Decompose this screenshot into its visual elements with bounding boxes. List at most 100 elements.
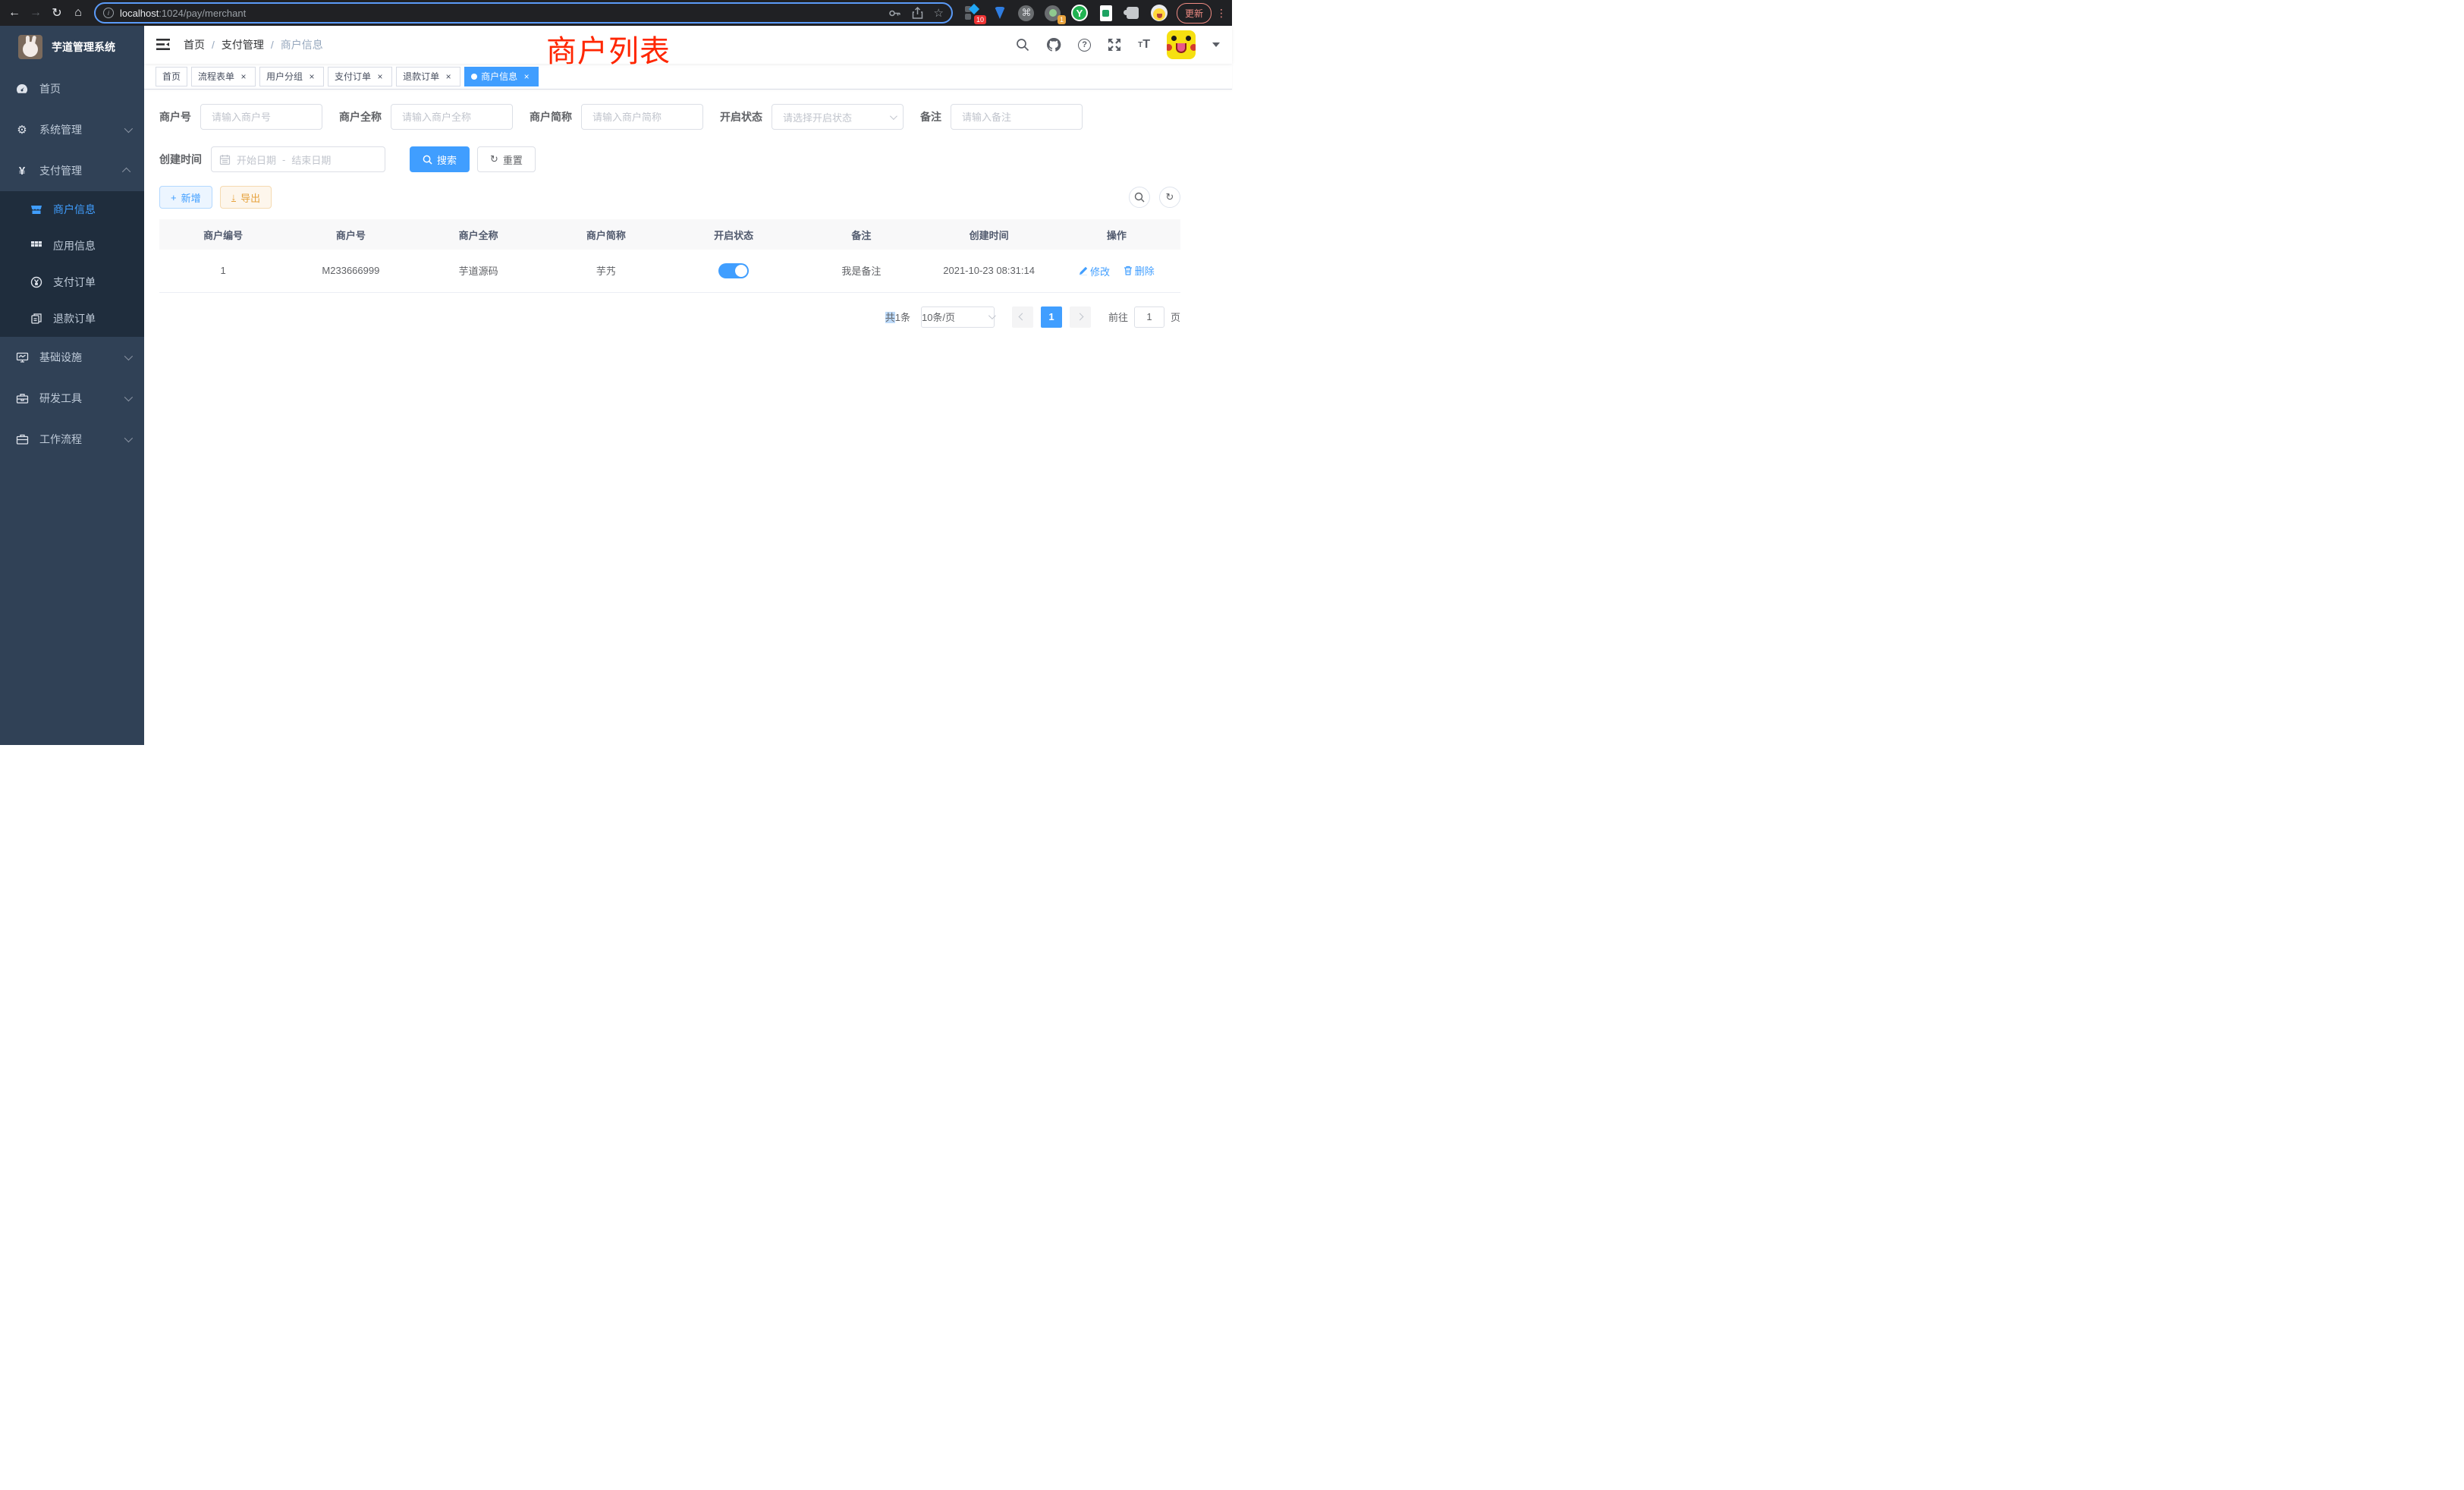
sidebar: 芋道管理系统 首页 ⚙ 系统管理 ¥ 支付管理 [0,26,144,745]
create-time-range-input[interactable]: 开始日期 - 结束日期 [211,146,385,172]
next-page-button[interactable] [1070,306,1091,328]
edit-icon [1079,266,1088,275]
document-icon [30,313,43,325]
share-icon[interactable] [912,7,923,20]
breadcrumb-pay[interactable]: 支付管理 [222,37,264,52]
refresh-button[interactable]: ↻ [1159,187,1180,208]
forward-icon[interactable]: → [26,3,46,23]
site-info-icon[interactable]: i [103,8,114,18]
sidebar-item-merchant-info[interactable]: 商户信息 [0,191,144,228]
sidebar-item-dev-tools[interactable]: 研发工具 [0,378,144,419]
reload-icon[interactable]: ↻ [47,3,67,23]
column-header: 操作 [1053,219,1180,250]
tab-label: 退款订单 [403,70,439,83]
sidebar-item-system[interactable]: ⚙ 系统管理 [0,109,144,150]
profile-avatar[interactable] [1151,5,1168,21]
page-size-select[interactable]: 10条/页 [921,306,995,328]
chevron-down-icon [124,434,133,442]
delete-button[interactable]: 删除 [1124,263,1155,278]
table-header-row: 商户编号 商户号 商户全称 商户简称 开启状态 备注 创建时间 操作 [159,219,1180,250]
tab-home[interactable]: 首页 [156,67,187,86]
goto-page-input[interactable] [1134,306,1164,328]
tab-refund-order[interactable]: 退款订单 × [396,67,460,86]
tab-merchant-info[interactable]: 商户信息 × [464,67,539,86]
user-avatar[interactable] [1167,30,1196,59]
tab-pay-order[interactable]: 支付订单 × [328,67,392,86]
search-button[interactable]: 搜索 [410,146,470,172]
cell-full-name: 芋道源码 [415,250,542,292]
export-button[interactable]: ↓ 导出 [220,186,272,209]
prev-page-button[interactable] [1012,306,1033,328]
yen-icon: ¥ [15,165,29,178]
extension-kite-icon[interactable] [992,5,1008,21]
top-navbar: 首页 / 支付管理 / 商户信息 ? [144,26,1232,64]
sidebar-item-pay[interactable]: ¥ 支付管理 [0,150,144,191]
sidebar-item-label: 应用信息 [53,238,96,253]
extension-blue-diamond-icon[interactable]: 10 [965,5,982,21]
key-icon[interactable] [888,7,901,20]
sidebar-item-label: 商户信息 [53,202,96,217]
back-icon[interactable]: ← [5,3,24,23]
sidebar-item-pay-order[interactable]: 支付订单 [0,264,144,300]
sidebar-item-refund-order[interactable]: 退款订单 [0,300,144,337]
app-logo[interactable]: 芋道管理系统 [0,26,144,68]
header-search-icon[interactable] [1016,38,1029,52]
trash-icon [1124,266,1133,275]
close-icon[interactable]: × [521,71,532,82]
fullscreen-icon[interactable] [1108,38,1121,52]
date-separator: - [282,154,285,165]
breadcrumb-current: 商户信息 [281,37,323,52]
reset-button[interactable]: ↻ 重置 [477,146,536,172]
tags-view-bar: 首页 流程表单 × 用户分组 × 支付订单 × 退款订单 × 商户信息 × [144,64,1232,90]
plus-icon: + [171,192,177,203]
help-icon[interactable]: ? [1078,39,1091,52]
sidebar-item-workflow[interactable]: 工作流程 [0,419,144,460]
sidebar-collapse-icon[interactable] [155,38,171,52]
avatar-caret-icon[interactable] [1212,42,1220,47]
breadcrumb-home[interactable]: 首页 [184,37,205,52]
tab-user-group[interactable]: 用户分组 × [259,67,324,86]
bookmark-star-icon[interactable]: ☆ [934,6,944,20]
font-size-icon[interactable]: TT [1138,38,1150,52]
add-button[interactable]: + 新增 [159,186,212,209]
extension-yudao-icon[interactable]: Y [1071,5,1088,21]
status-select-placeholder: 请选择开启状态 [783,110,852,124]
chevron-down-icon [988,312,996,319]
edit-button[interactable]: 修改 [1079,264,1110,278]
page-number-1[interactable]: 1 [1041,306,1062,328]
status-toggle[interactable] [718,263,749,278]
extension-badge: 10 [974,15,986,24]
cell-create-time: 2021-10-23 08:31:14 [926,250,1053,292]
goto-label: 前往 [1108,310,1128,324]
full-name-input[interactable] [391,104,513,130]
tab-process-form[interactable]: 流程表单 × [191,67,256,86]
breadcrumb-separator: / [212,39,215,51]
toggle-search-button[interactable] [1129,187,1150,208]
extensions-puzzle-icon[interactable] [1124,5,1141,21]
status-select[interactable]: 请选择开启状态 [772,104,904,130]
close-icon[interactable]: × [306,71,317,82]
extension-command-icon[interactable]: ⌘ [1018,5,1035,21]
reset-icon: ↻ [490,153,498,165]
github-icon[interactable] [1046,37,1061,52]
table-toolbar: + 新增 ↓ 导出 ↻ [159,186,1180,209]
extension-docs-icon[interactable] [1098,5,1114,21]
search-icon [1134,192,1145,203]
close-icon[interactable]: × [443,71,454,82]
cell-short-name: 芋艿 [542,250,670,292]
sidebar-item-infra[interactable]: 基础设施 [0,337,144,378]
url-bar[interactable]: i localhost:1024/pay/merchant ☆ [94,2,953,24]
short-name-input[interactable] [581,104,703,130]
table-row: 1 M233666999 芋道源码 芋艿 我是备注 2021-10-23 08:… [159,250,1180,292]
browser-menu-icon[interactable]: ⋮ [1216,7,1227,20]
close-icon[interactable]: × [375,71,385,82]
home-icon[interactable]: ⌂ [68,3,88,23]
merchant-no-input[interactable] [200,104,322,130]
merchant-table: 商户编号 商户号 商户全称 商户简称 开启状态 备注 创建时间 操作 1 [159,219,1180,293]
extension-recorder-icon[interactable]: 1 [1045,5,1061,21]
sidebar-item-app-info[interactable]: 应用信息 [0,228,144,264]
chrome-update-button[interactable]: 更新 [1177,3,1212,24]
close-icon[interactable]: × [238,71,249,82]
sidebar-item-home[interactable]: 首页 [0,68,144,109]
remark-input[interactable] [951,104,1083,130]
